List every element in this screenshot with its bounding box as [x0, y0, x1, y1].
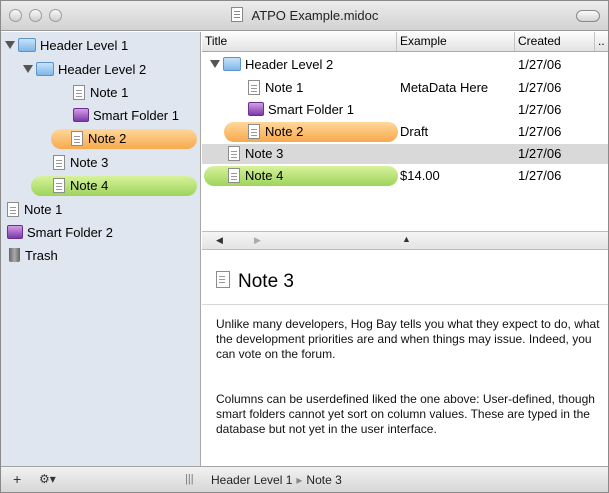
document-icon [230, 7, 243, 22]
table-row[interactable]: Note 1 MetaData Here 1/27/06 [202, 78, 608, 98]
title-cell: Note 2 [248, 122, 303, 142]
breadcrumb-item[interactable]: Header Level 1 [211, 473, 292, 487]
note-icon [71, 131, 83, 146]
created-cell: 1/27/06 [518, 57, 562, 72]
note-icon [228, 168, 240, 183]
window-title-wrap: ATPO Example.midoc [1, 7, 608, 23]
outline-table[interactable]: Header Level 2 1/27/06 Note 1 MetaData H… [202, 53, 608, 231]
created-cell: 1/27/06 [518, 124, 562, 139]
sidebar-item-label: Header Level 1 [40, 38, 129, 53]
note-icon [248, 80, 260, 95]
note-paragraph[interactable]: Unlike many developers, Hog Bay tells yo… [216, 317, 601, 362]
title-bar: ATPO Example.midoc [1, 1, 608, 31]
table-header: Title Example Created .. [202, 32, 608, 52]
note-paragraph[interactable]: Columns can be userdefined liked the one… [216, 392, 601, 437]
sidebar-item-trash[interactable]: Trash [9, 246, 159, 266]
sidebar-item-note-4[interactable]: Note 4 [31, 176, 197, 196]
resize-grip-icon[interactable]: ||| [185, 473, 194, 485]
row-title: Note 3 [245, 146, 284, 161]
created-cell: 1/27/06 [518, 80, 562, 95]
sidebar-item-label: Smart Folder 2 [27, 225, 113, 240]
breadcrumb-item[interactable]: Note 3 [306, 473, 341, 487]
smart-folder-icon [73, 108, 89, 122]
note-title: Note 3 [216, 271, 294, 293]
disclosure-triangle-icon[interactable] [5, 41, 15, 49]
app-window: ATPO Example.midoc Header Level 1 Header… [0, 0, 609, 493]
table-row[interactable]: Header Level 2 1/27/06 [202, 55, 608, 75]
created-cell: 1/27/06 [518, 102, 562, 117]
gear-menu-button[interactable]: ⚙▾ [39, 472, 56, 486]
column-header-title[interactable]: Title [202, 32, 397, 51]
smart-folder-icon [7, 225, 23, 239]
column-header-created[interactable]: Created [515, 32, 595, 51]
horizontal-scrollbar[interactable]: ◀ ▶ ▲ [202, 231, 608, 250]
sidebar-item-label: Smart Folder 1 [93, 108, 179, 123]
sidebar-item-note-3[interactable]: Note 3 [53, 153, 173, 173]
row-title: Note 2 [265, 124, 304, 139]
note-preview[interactable]: Note 3 Unlike many developers, Hog Bay t… [202, 251, 608, 466]
created-cell: 1/27/06 [518, 146, 562, 161]
divider [202, 304, 608, 305]
table-row[interactable]: Note 2 Draft 1/27/06 [202, 122, 608, 142]
note-title-text: Note 3 [238, 271, 294, 292]
sidebar-item-note-1-root[interactable]: Note 1 [7, 200, 157, 220]
scroll-left-arrow-icon[interactable]: ◀ [216, 235, 223, 246]
row-title: Header Level 2 [245, 57, 334, 72]
note-icon [53, 155, 65, 170]
splitter-handle-icon[interactable]: ▲ [402, 234, 411, 244]
folder-icon [223, 57, 241, 71]
trash-icon [9, 248, 20, 262]
example-cell: Draft [400, 124, 429, 139]
example-cell: MetaData Here [400, 80, 489, 95]
table-row-selected[interactable]: Note 3 1/27/06 [202, 144, 608, 164]
disclosure-triangle-icon[interactable] [23, 65, 33, 73]
note-icon [228, 146, 240, 161]
bottom-bar: + ⚙▾ ||| Header Level 1 ▸ Note 3 [1, 466, 608, 492]
folder-icon [18, 38, 36, 52]
breadcrumb-separator-icon: ▸ [296, 473, 303, 487]
title-cell: Note 1 [248, 78, 303, 98]
sidebar-item-label: Note 1 [90, 85, 129, 100]
sidebar-item-label: Note 2 [88, 131, 127, 146]
sidebar-item-label: Note 3 [70, 155, 109, 170]
sidebar-item-label: Header Level 2 [58, 62, 147, 77]
row-title: Smart Folder 1 [268, 102, 354, 117]
sidebar-item-note-2[interactable]: Note 2 [51, 129, 197, 149]
sidebar-outline[interactable]: Header Level 1 Header Level 2 Note 1 Sma… [1, 32, 201, 466]
add-button[interactable]: + [13, 471, 21, 487]
sidebar-item-smart-folder-1[interactable]: Smart Folder 1 [73, 106, 199, 126]
column-header-more[interactable]: .. [595, 32, 608, 51]
note-icon [73, 85, 85, 100]
disclosure-triangle-icon[interactable] [210, 60, 220, 68]
note-icon [7, 202, 19, 217]
sidebar-item-label: Trash [25, 248, 58, 263]
window-title: ATPO Example.midoc [251, 8, 379, 23]
toolbar-toggle-button[interactable] [576, 10, 600, 22]
sidebar-item-label: Note 1 [24, 202, 63, 217]
created-cell: 1/27/06 [518, 168, 562, 183]
note-icon [216, 271, 230, 288]
title-cell: Smart Folder 1 [248, 100, 354, 120]
breadcrumb: Header Level 1 ▸ Note 3 [211, 473, 342, 487]
title-cell: Note 3 [228, 144, 283, 164]
note-icon [53, 178, 65, 193]
sidebar-item-label: Note 4 [70, 178, 109, 193]
row-title: Note 4 [245, 168, 284, 183]
sidebar-item-smart-folder-2[interactable]: Smart Folder 2 [7, 223, 177, 243]
title-cell: Note 4 [228, 166, 283, 186]
sidebar-item-header-level-2[interactable]: Header Level 2 [23, 60, 199, 80]
note-icon [248, 124, 260, 139]
sidebar-item-note-1[interactable]: Note 1 [73, 83, 193, 103]
table-row[interactable]: Smart Folder 1 1/27/06 [202, 100, 608, 120]
sidebar-item-header-level-1[interactable]: Header Level 1 [5, 36, 199, 56]
example-cell: $14.00 [400, 168, 440, 183]
table-row[interactable]: Note 4 $14.00 1/27/06 [202, 166, 608, 186]
scroll-right-arrow-icon[interactable]: ▶ [254, 235, 261, 246]
folder-icon [36, 62, 54, 76]
column-header-example[interactable]: Example [397, 32, 515, 51]
title-cell: Header Level 2 [210, 55, 333, 75]
row-title: Note 1 [265, 80, 304, 95]
smart-folder-icon [248, 102, 264, 116]
